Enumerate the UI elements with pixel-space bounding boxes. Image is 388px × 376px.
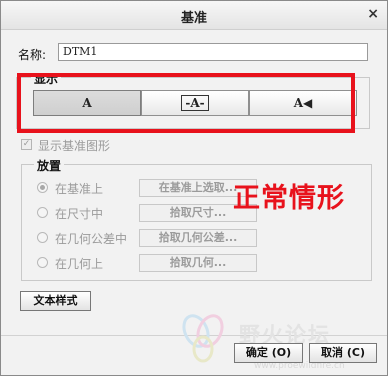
radio-in-dimension-label: 在尺寸中: [55, 207, 104, 221]
radio-on-geometry[interactable]: [37, 257, 48, 268]
show-datum-checkbox[interactable]: ✓: [21, 139, 32, 150]
radio-in-dimension[interactable]: [37, 207, 48, 218]
text-style-button[interactable]: 文本样式: [20, 291, 91, 311]
datum-dialog: 基准 × 名称: DTM1 显示 A -A- A◀ ✓ 显示基准图形 放置 在基…: [0, 0, 388, 376]
name-field[interactable]: DTM1: [58, 43, 368, 61]
placement-group-label: 放置: [34, 157, 65, 174]
radio-in-gtol[interactable]: [37, 232, 48, 243]
highlight-box: [17, 73, 355, 133]
pick-geometry-button[interactable]: 拾取几何...: [139, 254, 257, 272]
watermark-logo-icon: [182, 314, 224, 363]
radio-on-geometry-label: 在几何上: [55, 257, 104, 271]
radio-on-datum[interactable]: [37, 182, 48, 193]
ok-button[interactable]: 确定 (O): [234, 343, 303, 363]
radio-in-gtol-label: 在几何公差中: [55, 232, 128, 246]
title-bar: 基准 ×: [1, 1, 387, 30]
close-icon[interactable]: ×: [367, 6, 379, 22]
radio-on-datum-label: 在基准上: [55, 182, 104, 196]
cancel-button[interactable]: 取消 (C): [309, 343, 377, 363]
name-label: 名称:: [18, 48, 47, 62]
pick-gtol-button[interactable]: 拾取几何公差...: [139, 229, 257, 247]
dialog-title: 基准: [180, 11, 207, 26]
show-datum-label: 显示基准图形: [38, 139, 111, 153]
annotation-text: 正常情形: [233, 183, 345, 214]
